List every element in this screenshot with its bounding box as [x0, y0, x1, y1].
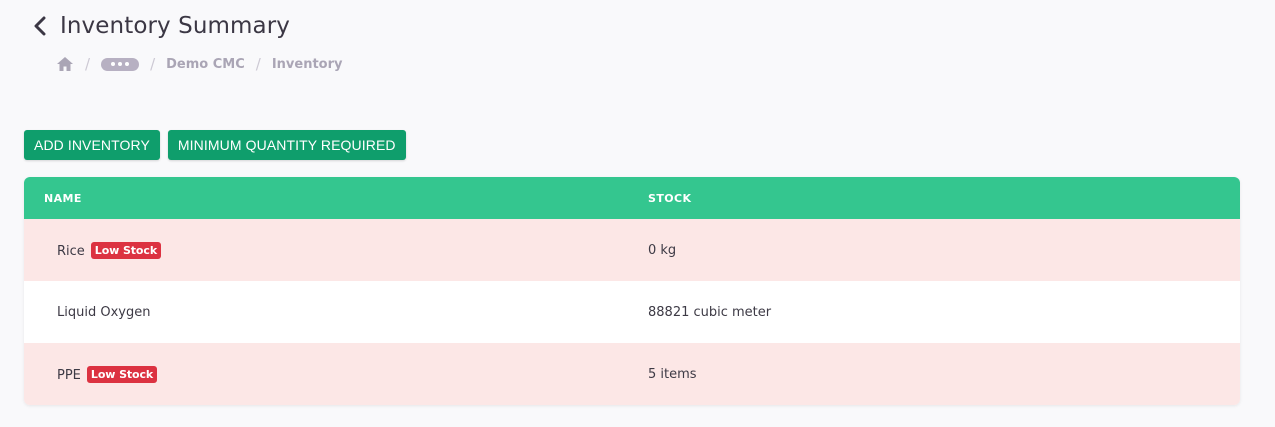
page-title: Inventory Summary	[60, 13, 291, 39]
add-inventory-button[interactable]: ADD INVENTORY	[24, 130, 160, 160]
low-stock-badge: Low Stock	[90, 241, 162, 259]
minimum-quantity-button[interactable]: MINIMUM QUANTITY REQUIRED	[167, 130, 406, 160]
breadcrumb-separator: /	[255, 55, 261, 73]
breadcrumb-separator: /	[150, 55, 156, 73]
item-name: Liquid Oxygen	[57, 304, 151, 320]
back-button[interactable]	[28, 12, 52, 40]
stock-cell: 0 kg	[648, 242, 677, 258]
home-icon	[57, 57, 73, 71]
breadcrumb-collapsed[interactable]	[101, 57, 140, 71]
breadcrumb: / / Demo CMC / Inventory	[56, 54, 343, 74]
name-cell: PPE Low Stock	[24, 343, 628, 405]
page-header: Inventory Summary	[28, 12, 290, 40]
breadcrumb-separator: /	[85, 55, 91, 73]
action-bar: ADD INVENTORY MINIMUM QUANTITY REQUIRED	[24, 130, 406, 160]
table-row[interactable]: Rice Low Stock 0 kg	[24, 219, 1240, 281]
item-name: PPE	[57, 367, 81, 383]
breadcrumb-home[interactable]	[56, 56, 74, 72]
breadcrumb-item-inventory: Inventory	[271, 56, 343, 72]
column-header-name[interactable]: NAME	[24, 177, 628, 219]
table-row[interactable]: Liquid Oxygen 88821 cubic meter	[24, 281, 1240, 343]
ellipsis-icon	[111, 62, 130, 66]
inventory-table: NAME STOCK Rice Low Stock 0 kg Liquid Oxy…	[24, 177, 1240, 405]
low-stock-badge: Low Stock	[86, 365, 158, 383]
stock-cell: 88821 cubic meter	[648, 304, 772, 320]
table-header-row: NAME STOCK	[24, 177, 1240, 219]
chevron-left-icon	[34, 16, 46, 36]
breadcrumb-item-demo-cmc[interactable]: Demo CMC	[166, 57, 245, 72]
stock-cell: 5 items	[648, 366, 697, 382]
name-cell: Liquid Oxygen	[24, 281, 628, 343]
item-name: Rice	[57, 243, 85, 259]
column-header-stock[interactable]: STOCK	[628, 177, 1240, 219]
name-cell: Rice Low Stock	[24, 219, 628, 281]
table-row[interactable]: PPE Low Stock 5 items	[24, 343, 1240, 405]
